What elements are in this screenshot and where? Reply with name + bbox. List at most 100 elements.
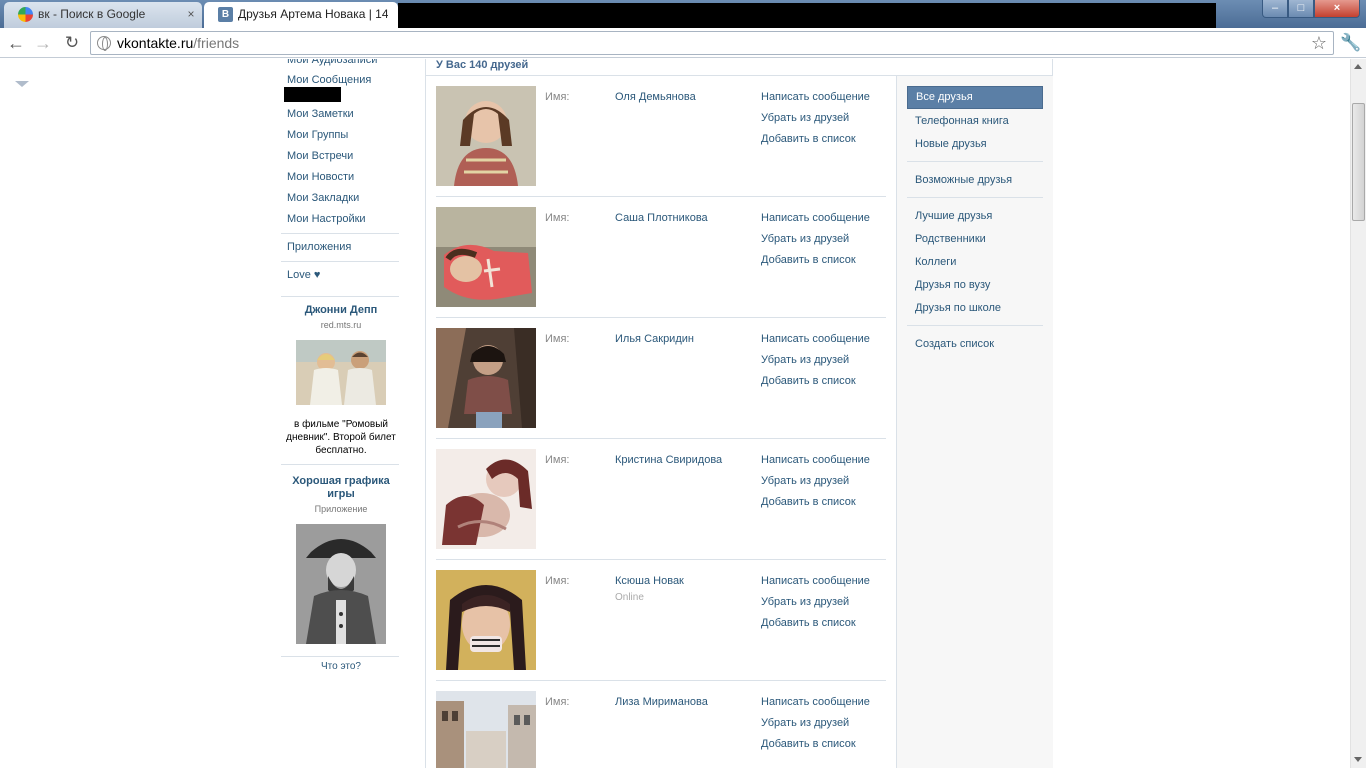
- name-label: Имя:: [545, 696, 570, 708]
- menu-divider: [281, 233, 399, 234]
- remove-friend-link[interactable]: Убрать из друзей: [761, 475, 849, 487]
- send-message-link[interactable]: Написать сообщение: [761, 454, 870, 466]
- menu-item-love[interactable]: Love ♥: [287, 269, 320, 285]
- add-to-list-link[interactable]: Добавить в список: [761, 496, 856, 508]
- friend-row: Имя: Лиза Мириманова Написать сообщение …: [436, 681, 886, 768]
- friend-name[interactable]: Илья Сакридин: [615, 333, 694, 345]
- menu-item-settings[interactable]: Мои Настройки: [287, 213, 366, 229]
- send-message-link[interactable]: Написать сообщение: [761, 696, 870, 708]
- menu-item-apps[interactable]: Приложения: [287, 241, 351, 257]
- name-label: Имя:: [545, 91, 570, 103]
- close-tab-icon[interactable]: ×: [184, 7, 198, 21]
- send-message-link[interactable]: Написать сообщение: [761, 333, 870, 345]
- remove-friend-link[interactable]: Убрать из друзей: [761, 233, 849, 245]
- online-status: Online: [615, 592, 644, 603]
- send-message-link[interactable]: Написать сообщение: [761, 91, 870, 103]
- tab-google-search[interactable]: вк - Поиск в Google ×: [4, 2, 202, 28]
- wrench-icon[interactable]: 🔧: [1340, 33, 1361, 53]
- menu-divider: [281, 261, 399, 262]
- menu-divider: [281, 296, 399, 297]
- scroll-thumb[interactable]: [1352, 103, 1365, 221]
- friend-row: Имя: Кристина Свиридова Написать сообщен…: [436, 439, 886, 560]
- friend-avatar[interactable]: [436, 328, 536, 428]
- tab-vk-friends[interactable]: B Друзья Артема Новака | 14: [204, 2, 398, 28]
- filter-divider: [907, 161, 1043, 162]
- reload-icon[interactable]: ↻: [62, 32, 82, 54]
- vk-favicon-icon: B: [218, 7, 233, 22]
- friend-avatar[interactable]: [436, 86, 536, 186]
- add-to-list-link[interactable]: Добавить в список: [761, 375, 856, 387]
- friend-row: Имя: Ксюша Новак Online Написать сообщен…: [436, 560, 886, 681]
- friend-avatar[interactable]: [436, 691, 536, 768]
- menu-item-news[interactable]: Мои Новости: [287, 171, 354, 187]
- ad-domain: red.mts.ru: [320, 320, 362, 330]
- remove-friend-link[interactable]: Убрать из друзей: [761, 717, 849, 729]
- ad-image-pirate[interactable]: [296, 524, 386, 644]
- summary-bar: У Вас 140 друзей: [426, 59, 1053, 76]
- friend-avatar[interactable]: [436, 449, 536, 549]
- name-label: Имя:: [545, 575, 570, 587]
- filter-best-friends[interactable]: Лучшие друзья: [907, 205, 1043, 228]
- create-list-link[interactable]: Создать список: [907, 333, 1043, 356]
- menu-item-bookmarks[interactable]: Мои Закладки: [287, 192, 359, 208]
- menu-item-events[interactable]: Мои Встречи: [287, 150, 353, 166]
- filter-colleagues[interactable]: Коллеги: [907, 251, 1043, 274]
- filter-new-friends[interactable]: Новые друзья: [907, 133, 1043, 156]
- ads-info-link[interactable]: Что это?: [281, 661, 401, 672]
- browser-titlebar: вк - Поиск в Google × B Друзья Артема Но…: [0, 0, 1366, 28]
- friend-name[interactable]: Саша Плотникова: [615, 212, 708, 224]
- maximize-window-button[interactable]: □: [1288, 0, 1314, 18]
- scroll-down-arrow-icon[interactable]: [1354, 757, 1362, 762]
- friends-filter-panel: Все друзья Телефонная книга Новые друзья…: [896, 76, 1053, 768]
- filter-phone-book[interactable]: Телефонная книга: [907, 110, 1043, 133]
- friend-avatar[interactable]: [436, 570, 536, 670]
- add-to-list-link[interactable]: Добавить в список: [761, 738, 856, 750]
- ad-title[interactable]: Хорошая графика игры: [281, 475, 401, 501]
- minimize-window-button[interactable]: –: [1262, 0, 1288, 18]
- remove-friend-link[interactable]: Убрать из друзей: [761, 112, 849, 124]
- ad-title[interactable]: Джонни Депп: [281, 304, 401, 317]
- send-message-link[interactable]: Написать сообщение: [761, 212, 870, 224]
- friend-avatar[interactable]: [436, 207, 536, 307]
- redacted-tabs: [398, 3, 1216, 28]
- name-label: Имя:: [545, 212, 570, 224]
- friend-name[interactable]: Оля Демьянова: [615, 91, 696, 103]
- friend-name[interactable]: Кристина Свиридова: [615, 454, 722, 466]
- filter-all-friends[interactable]: Все друзья: [907, 86, 1043, 109]
- send-message-link[interactable]: Написать сообщение: [761, 575, 870, 587]
- friend-name[interactable]: Лиза Мириманова: [615, 696, 708, 708]
- close-window-button[interactable]: ×: [1314, 0, 1360, 18]
- remove-friend-link[interactable]: Убрать из друзей: [761, 354, 849, 366]
- page-viewport: Мои Аудиозаписи Мои Сообщения Мои Заметк…: [0, 59, 1350, 768]
- filter-university[interactable]: Друзья по вузу: [907, 274, 1043, 297]
- ad-image-movie[interactable]: [296, 340, 386, 405]
- friend-name[interactable]: Ксюша Новак: [615, 575, 684, 587]
- page-scrollbar[interactable]: [1350, 59, 1366, 768]
- filter-divider: [907, 325, 1043, 326]
- add-to-list-link[interactable]: Добавить в список: [761, 133, 856, 145]
- scroll-up-arrow-icon[interactable]: [1354, 64, 1362, 69]
- redacted-menu-item: [284, 87, 341, 102]
- menu-item-groups[interactable]: Мои Группы: [287, 129, 348, 145]
- address-bar[interactable]: vkontakte.ru/friends ☆: [90, 31, 1334, 55]
- remove-friend-link[interactable]: Убрать из друзей: [761, 596, 849, 608]
- filter-possible-friends[interactable]: Возможные друзья: [907, 169, 1043, 192]
- browser-toolbar: ← → ↻ vkontakte.ru/friends ☆ 🔧: [0, 28, 1366, 58]
- back-arrow-icon[interactable]: ←: [6, 32, 26, 54]
- name-label: Имя:: [545, 333, 570, 345]
- tab-title: вк - Поиск в Google: [38, 7, 146, 21]
- friend-row: Имя: Илья Сакридин Написать сообщение Уб…: [436, 318, 886, 439]
- bookmark-star-icon[interactable]: ☆: [1311, 32, 1327, 54]
- menu-divider: [281, 464, 399, 465]
- google-favicon-icon: [18, 7, 33, 22]
- add-to-list-link[interactable]: Добавить в список: [761, 617, 856, 629]
- filter-relatives[interactable]: Родственники: [907, 228, 1043, 251]
- collapse-arrow-icon[interactable]: [15, 81, 29, 87]
- filter-school[interactable]: Друзья по школе: [907, 297, 1043, 320]
- add-to-list-link[interactable]: Добавить в список: [761, 254, 856, 266]
- menu-item-audio[interactable]: Мои Аудиозаписи: [287, 59, 377, 70]
- forward-arrow-icon[interactable]: →: [33, 32, 53, 54]
- filter-divider: [907, 197, 1043, 198]
- friend-row: Имя: Оля Демьянова Написать сообщение Уб…: [436, 76, 886, 197]
- menu-item-notes[interactable]: Мои Заметки: [287, 108, 354, 124]
